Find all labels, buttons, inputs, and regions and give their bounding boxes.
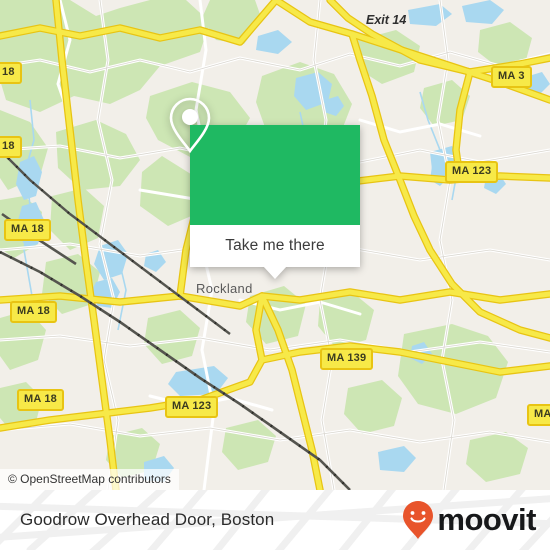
destination-callout[interactable]: Take me there (169, 97, 360, 279)
moovit-pin-icon (403, 501, 434, 539)
map-attribution[interactable]: © OpenStreetMap contributors (0, 469, 179, 490)
callout-header (169, 97, 360, 225)
map-canvas[interactable]: Exit 14 Rockland 18 18 MA 18 MA 18 MA 18… (0, 0, 550, 490)
road-shield-ma-18-b[interactable]: MA 18 (10, 301, 57, 323)
location-pin-icon (169, 97, 211, 154)
place-title: Goodrow Overhead Door, Boston (20, 510, 275, 529)
map-label-rockland: Rockland (196, 281, 253, 296)
take-me-there-label: Take me there (225, 237, 325, 254)
road-shield-ma-18-c[interactable]: MA 18 (17, 389, 64, 411)
road-shield-18-b[interactable]: 18 (0, 136, 22, 158)
moovit-logo[interactable]: moovit (403, 501, 536, 539)
callout-pointer-arrow (263, 266, 287, 279)
road-shield-ma-123-a[interactable]: MA 123 (165, 396, 219, 418)
callout-action-bar[interactable]: Take me there (190, 225, 360, 279)
road-shield-ma-139[interactable]: MA 139 (320, 348, 374, 370)
road-shield-ma-18-a[interactable]: MA 18 (4, 219, 51, 241)
road-shield-ma-123-b[interactable]: MA 123 (445, 161, 499, 183)
road-shield-ma-edge[interactable]: MA (527, 404, 550, 426)
road-shield-18-a[interactable]: 18 (0, 62, 22, 84)
footer-bar: Goodrow Overhead Door, Boston moovit (0, 490, 550, 550)
map-label-exit-14: Exit 14 (366, 13, 407, 27)
moovit-map-screen: Exit 14 Rockland 18 18 MA 18 MA 18 MA 18… (0, 0, 550, 550)
road-shield-ma-3[interactable]: MA 3 (491, 66, 532, 88)
footer-content: Goodrow Overhead Door, Boston moovit (0, 490, 550, 550)
moovit-wordmark: moovit (437, 501, 536, 537)
